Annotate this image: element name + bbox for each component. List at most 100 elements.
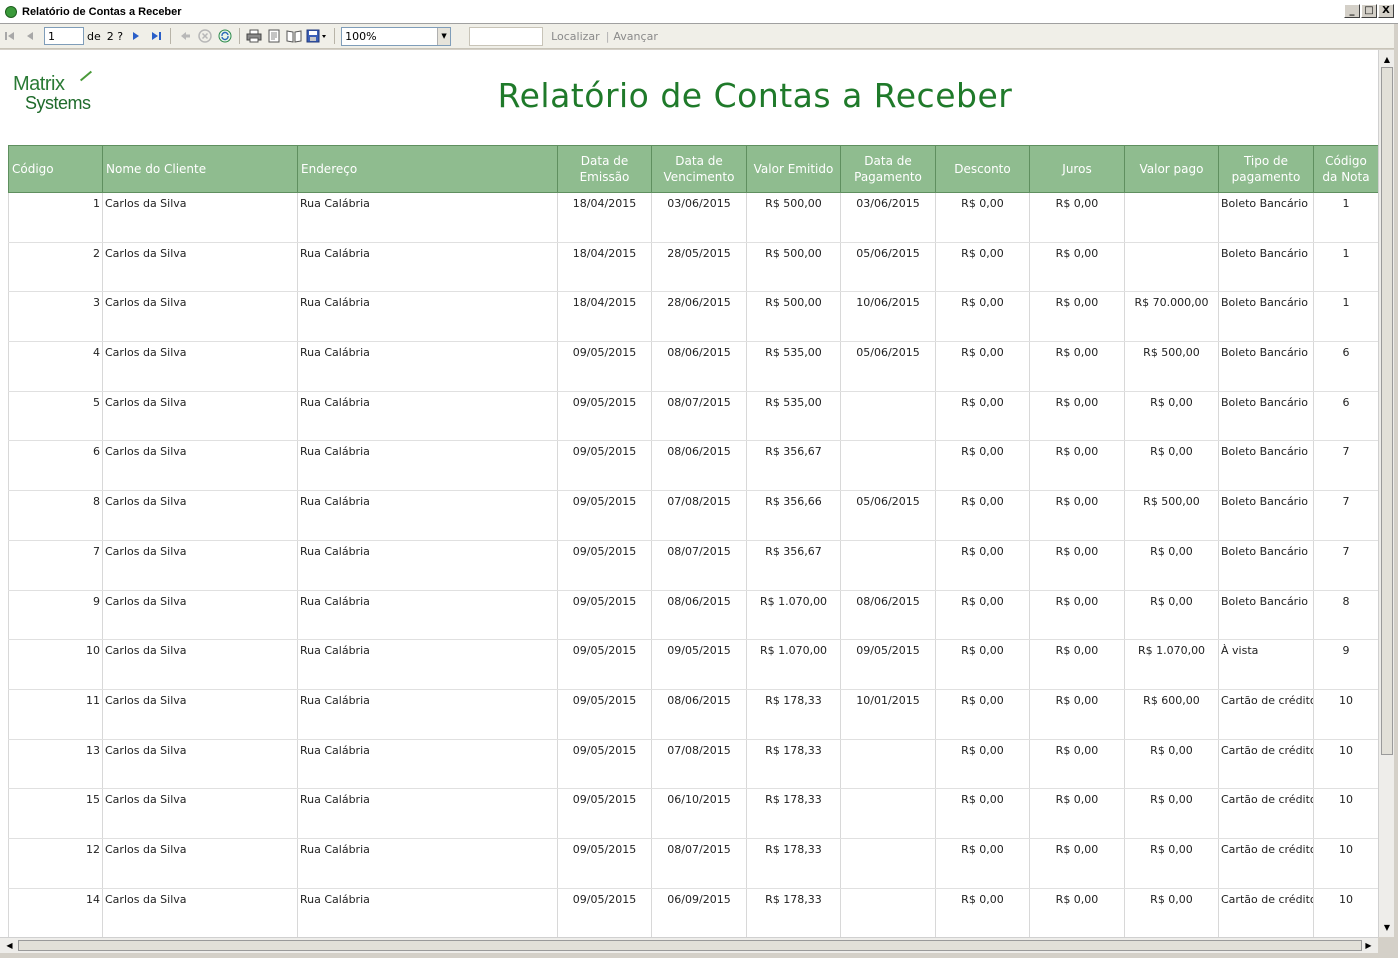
back-icon[interactable] (175, 26, 195, 46)
cell-issue-date: 09/05/2015 (557, 540, 652, 591)
minimize-button[interactable]: _ (1344, 4, 1360, 18)
page-number-input[interactable] (44, 27, 84, 45)
cell-issue-date: 09/05/2015 (557, 391, 652, 442)
cell-client: Carlos da Silva (102, 540, 298, 591)
column-header: Tipo de pagamento (1218, 145, 1314, 193)
scroll-right-icon[interactable]: ▶ (1361, 938, 1376, 953)
first-page-icon[interactable] (0, 26, 20, 46)
cell-interest: R$ 0,00 (1029, 242, 1125, 293)
scroll-up-icon[interactable]: ▲ (1379, 52, 1395, 67)
cell-code: 13 (8, 739, 103, 790)
cell-client: Carlos da Silva (102, 341, 298, 392)
table-row: 10 Carlos da Silva Rua Calábria 09/05/2015 0… (8, 639, 1379, 690)
cell-paid: R$ 70.000,00 (1124, 291, 1219, 343)
table-row: 11 Carlos da Silva Rua Calábria 09/05/2015 0… (8, 689, 1379, 740)
cell-client: Carlos da Silva (102, 291, 298, 343)
find-link[interactable]: Localizar (551, 30, 600, 43)
cell-payment-date (840, 888, 936, 939)
last-page-icon[interactable] (146, 26, 166, 46)
print-layout-icon[interactable] (264, 26, 284, 46)
cell-code: 14 (8, 888, 103, 939)
cell-address: Rua Calábria (297, 192, 558, 243)
zoom-select[interactable]: 100% ▼ (341, 26, 452, 46)
cell-due-date: 08/06/2015 (651, 590, 747, 641)
cell-discount: R$ 0,00 (935, 788, 1030, 839)
cell-invoice-code: 1 (1313, 192, 1379, 243)
cell-discount: R$ 0,00 (935, 291, 1030, 343)
cell-due-date: 08/06/2015 (651, 689, 747, 740)
cell-payment-type: Cartão de crédito (1218, 689, 1314, 740)
cell-code: 8 (8, 490, 103, 541)
stop-icon[interactable] (195, 26, 215, 46)
export-icon[interactable] (304, 26, 330, 46)
cell-payment-type: Cartão de crédito (1218, 888, 1314, 939)
cell-paid: R$ 500,00 (1124, 341, 1219, 392)
cell-payment-date (840, 540, 936, 591)
find-input[interactable] (469, 26, 544, 46)
cell-amount: R$ 500,00 (746, 242, 841, 293)
column-header: Endereço (297, 145, 558, 193)
app-icon (5, 5, 17, 18)
cell-due-date: 08/06/2015 (651, 440, 747, 492)
cell-client: Carlos da Silva (102, 192, 298, 243)
cell-issue-date: 09/05/2015 (557, 838, 652, 889)
cell-interest: R$ 0,00 (1029, 739, 1125, 790)
toolbar-separator (170, 28, 172, 44)
previous-page-icon[interactable] (20, 26, 40, 46)
table-row: 8 Carlos da Silva Rua Calábria 09/05/2015 07… (8, 490, 1379, 541)
close-button[interactable]: X (1378, 4, 1394, 18)
zoom-value: 100% (345, 29, 377, 43)
cell-due-date: 28/05/2015 (651, 242, 747, 293)
cell-payment-type: À vista (1218, 639, 1314, 690)
cell-discount: R$ 0,00 (935, 242, 1030, 293)
cell-client: Carlos da Silva (102, 391, 298, 442)
horizontal-scroll-thumb[interactable] (18, 940, 1362, 951)
vertical-scrollbar[interactable]: ▲ ▼ (1378, 50, 1394, 937)
cell-client: Carlos da Silva (102, 639, 298, 690)
cell-client: Carlos da Silva (102, 490, 298, 541)
print-icon[interactable] (244, 26, 264, 46)
cell-code: 10 (8, 639, 103, 690)
find-next-link[interactable]: Avançar (613, 30, 657, 43)
next-page-icon[interactable] (126, 26, 146, 46)
cell-discount: R$ 0,00 (935, 341, 1030, 392)
cell-payment-type: Boleto Bancário (1218, 291, 1314, 343)
cell-amount: R$ 178,33 (746, 838, 841, 889)
cell-amount: R$ 178,33 (746, 689, 841, 740)
cell-payment-type: Boleto Bancário (1218, 242, 1314, 293)
cell-discount: R$ 0,00 (935, 639, 1030, 690)
cell-client: Carlos da Silva (102, 838, 298, 889)
table-row: 12 Carlos da Silva Rua Calábria 09/05/2015 0… (8, 838, 1379, 889)
maximize-button[interactable]: □ (1361, 4, 1377, 18)
table-row: 9 Carlos da Silva Rua Calábria 09/05/2015 08… (8, 590, 1379, 641)
page-setup-icon[interactable] (284, 26, 304, 46)
scroll-down-icon[interactable]: ▼ (1379, 920, 1395, 935)
cell-payment-date (840, 788, 936, 839)
cell-paid: R$ 0,00 (1124, 391, 1219, 442)
cell-paid: R$ 500,00 (1124, 490, 1219, 541)
cell-discount: R$ 0,00 (935, 490, 1030, 541)
cell-issue-date: 09/05/2015 (557, 788, 652, 839)
cell-interest: R$ 0,00 (1029, 689, 1125, 740)
scroll-left-icon[interactable]: ◀ (2, 938, 17, 953)
column-header: Juros (1029, 145, 1125, 193)
cell-interest: R$ 0,00 (1029, 341, 1125, 392)
chevron-down-icon[interactable]: ▼ (437, 27, 451, 45)
report-toolbar: de 2 ? 100% ▼ Localizar | Avançar (0, 24, 1398, 49)
cell-paid: R$ 0,00 (1124, 540, 1219, 591)
cell-code: 12 (8, 838, 103, 889)
table-row: 6 Carlos da Silva Rua Calábria 09/05/2015 08… (8, 440, 1379, 492)
table-row: 7 Carlos da Silva Rua Calábria 09/05/2015 08… (8, 540, 1379, 591)
window-titlebar: Relatório de Contas a Receber _ □ X (0, 0, 1398, 24)
cell-due-date: 08/07/2015 (651, 540, 747, 591)
cell-discount: R$ 0,00 (935, 540, 1030, 591)
column-header: Valor Emitido (746, 145, 841, 193)
cell-paid: R$ 1.070,00 (1124, 639, 1219, 690)
cell-address: Rua Calábria (297, 540, 558, 591)
cell-invoice-code: 6 (1313, 341, 1379, 392)
cell-invoice-code: 7 (1313, 490, 1379, 541)
cell-invoice-code: 8 (1313, 590, 1379, 641)
vertical-scroll-thumb[interactable] (1381, 67, 1393, 755)
refresh-icon[interactable] (215, 26, 235, 46)
horizontal-scrollbar[interactable]: ◀ ▶ (0, 937, 1378, 953)
